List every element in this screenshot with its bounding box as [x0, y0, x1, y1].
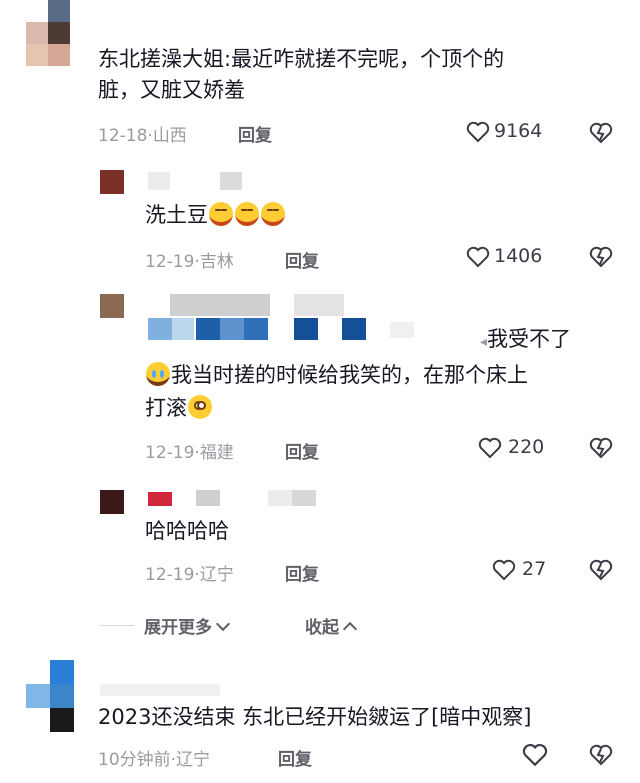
reply-button[interactable]: 回复 [278, 745, 312, 770]
comment-date: 10分钟前 [98, 750, 171, 770]
chevron-down-icon [215, 616, 231, 632]
comment-text: 2023还没结束 东北已经开始皴运了[暗中观察] [98, 705, 532, 729]
comment-meta: 12-19·吉林 [145, 247, 234, 272]
expand-more-button[interactable]: 展开更多 [144, 613, 231, 638]
blur-pixel [148, 318, 172, 340]
laugh-cry-emoji [209, 202, 233, 226]
blur-pixel [342, 318, 366, 340]
blurred-username [100, 684, 220, 696]
blurred-username [220, 172, 242, 190]
collapse-button[interactable]: 收起 [305, 613, 358, 638]
comment-date: 12-19 [145, 565, 195, 585]
dislike-icon[interactable] [588, 743, 614, 767]
laugh-cry-emoji [235, 202, 259, 226]
comment-text-content: 洗土豆 [145, 203, 208, 227]
blur-pixel [220, 318, 244, 340]
blur-pixel [170, 294, 270, 316]
comment-date: 12-19 [145, 252, 195, 272]
reply-target-text: 我受不了 [487, 327, 572, 351]
blur-pixel [294, 294, 344, 316]
avatar[interactable] [100, 490, 124, 514]
comment-meta: 12-19·辽宁 [145, 560, 234, 585]
heart-icon [466, 121, 490, 143]
chevron-up-icon [342, 621, 358, 637]
blurred-username [196, 490, 220, 506]
laugh-cry-emoji [261, 202, 285, 226]
avatar-pixel [26, 684, 50, 708]
comment-meta: 12-18·山西 [98, 121, 187, 146]
reply-target: ◂我受不了 [480, 324, 571, 357]
crying-emoji [146, 362, 170, 386]
comment-date: 12-18 [98, 126, 148, 146]
heart-icon [492, 559, 516, 581]
reply-button[interactable]: 回复 [285, 560, 319, 585]
avatar[interactable] [26, 660, 74, 732]
comment-text-content: 打滚 [145, 396, 187, 420]
reply-arrow-icon: ◂ [480, 334, 488, 350]
avatar-pixel [50, 708, 74, 732]
heart-icon [466, 246, 490, 268]
blurred-username [148, 492, 172, 506]
comment-meta: 10分钟前·辽宁 [98, 745, 210, 770]
comment-text: 洗土豆 [145, 200, 286, 230]
expand-more-label: 展开更多 [144, 618, 212, 638]
blur-pixel [390, 322, 414, 338]
like-count: 27 [522, 558, 547, 580]
like-count: 1406 [494, 245, 543, 267]
dislike-icon[interactable] [588, 245, 614, 269]
avatar[interactable] [100, 294, 124, 318]
like-count: 9164 [494, 120, 543, 142]
dizzy-emoji [188, 395, 212, 419]
blur-pixel [294, 318, 318, 340]
dislike-icon[interactable] [588, 436, 614, 460]
comment-location: 辽宁 [176, 750, 211, 770]
comment-date: 12-19 [145, 443, 195, 463]
dislike-icon[interactable] [588, 121, 614, 145]
comment-text: 哈哈哈哈 [145, 519, 229, 543]
comment-text-line-1: 我当时搓的时候给我笑的，在那个床上 [145, 360, 528, 390]
comment-location: 山西 [152, 126, 187, 146]
reply-button[interactable]: 回复 [238, 121, 272, 146]
reply-button[interactable]: 回复 [285, 438, 319, 463]
heart-icon [478, 437, 502, 459]
collapse-label: 收起 [305, 618, 339, 638]
comment-text-line-1: 东北搓澡大姐:最近咋就搓不完呢，个顶个的 [98, 47, 505, 71]
comment-location: 福建 [199, 443, 234, 463]
blur-pixel [244, 318, 268, 340]
avatar-pixel [48, 44, 70, 66]
comment-location: 吉林 [199, 252, 234, 272]
blurred-username [268, 490, 292, 506]
avatar-pixel [50, 660, 74, 684]
comment-text-line-2: 脏，又脏又娇羞 [98, 78, 245, 102]
blur-pixel [172, 318, 194, 340]
divider [100, 625, 134, 626]
dislike-icon[interactable] [588, 558, 614, 582]
avatar-pixel [50, 684, 74, 708]
heart-icon [522, 743, 548, 767]
blurred-username [148, 172, 170, 190]
reply-button[interactable]: 回复 [285, 247, 319, 272]
avatar-pixel [26, 22, 48, 44]
avatar-pixel [48, 22, 70, 44]
comment-meta: 12-19·福建 [145, 438, 234, 463]
blur-pixel [196, 318, 220, 340]
comment-text-line-2: 打滚 [145, 393, 213, 423]
comment-text-content: 我当时搓的时候给我笑的，在那个床上 [171, 363, 528, 387]
like-count: 220 [508, 436, 545, 458]
avatar-pixel [26, 44, 48, 66]
avatar-pixel [48, 0, 70, 22]
comment-location: 辽宁 [199, 565, 234, 585]
avatar[interactable] [100, 170, 124, 194]
blurred-username [292, 490, 316, 506]
avatar[interactable] [0, 0, 70, 70]
